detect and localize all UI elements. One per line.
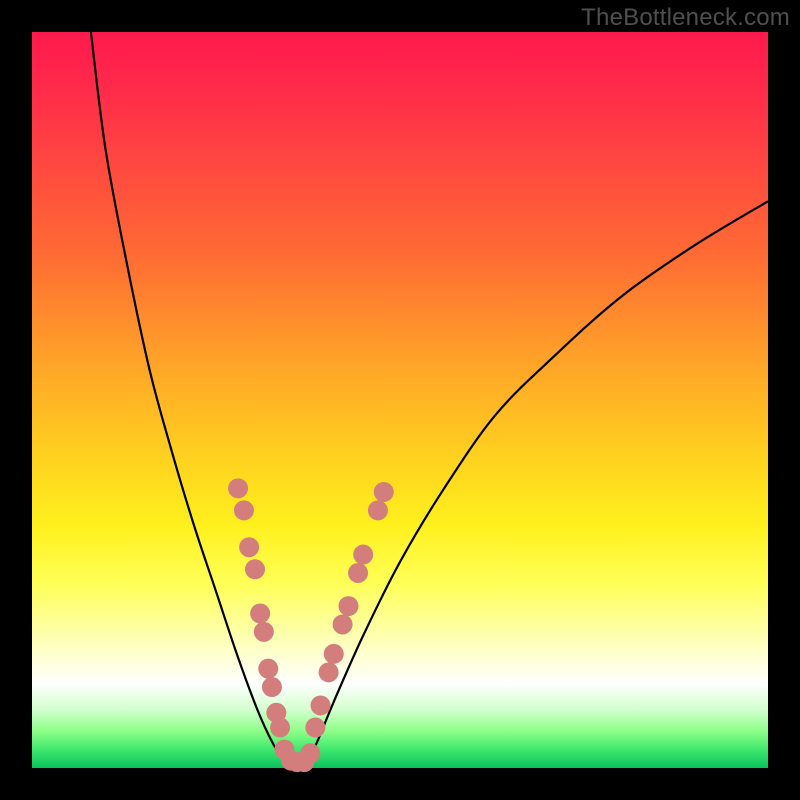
- marker-dot: [228, 478, 248, 498]
- marker-dot: [305, 718, 325, 738]
- marker-dot: [258, 659, 278, 679]
- marker-dot: [234, 500, 254, 520]
- marker-dot: [353, 545, 373, 565]
- marker-dot: [338, 596, 358, 616]
- marker-dot: [254, 622, 274, 642]
- curve-layer: [32, 32, 768, 768]
- marker-dot: [374, 482, 394, 502]
- watermark-text: TheBottleneck.com: [581, 4, 790, 32]
- marker-dot: [368, 500, 388, 520]
- right-branch-line: [304, 201, 768, 764]
- marker-dot: [300, 743, 320, 763]
- plot-area: [32, 32, 768, 768]
- marker-dot: [270, 718, 290, 738]
- marker-dot: [245, 559, 265, 579]
- left-branch-line: [91, 32, 290, 764]
- chart-stage: TheBottleneck.com: [0, 0, 800, 800]
- marker-dot: [311, 695, 331, 715]
- marker-dot: [262, 677, 282, 697]
- marker-dot: [324, 644, 344, 664]
- marker-dot: [319, 662, 339, 682]
- marker-dot: [250, 603, 270, 623]
- marker-dot: [239, 537, 259, 557]
- marker-dot: [333, 614, 353, 634]
- marker-dot: [348, 563, 368, 583]
